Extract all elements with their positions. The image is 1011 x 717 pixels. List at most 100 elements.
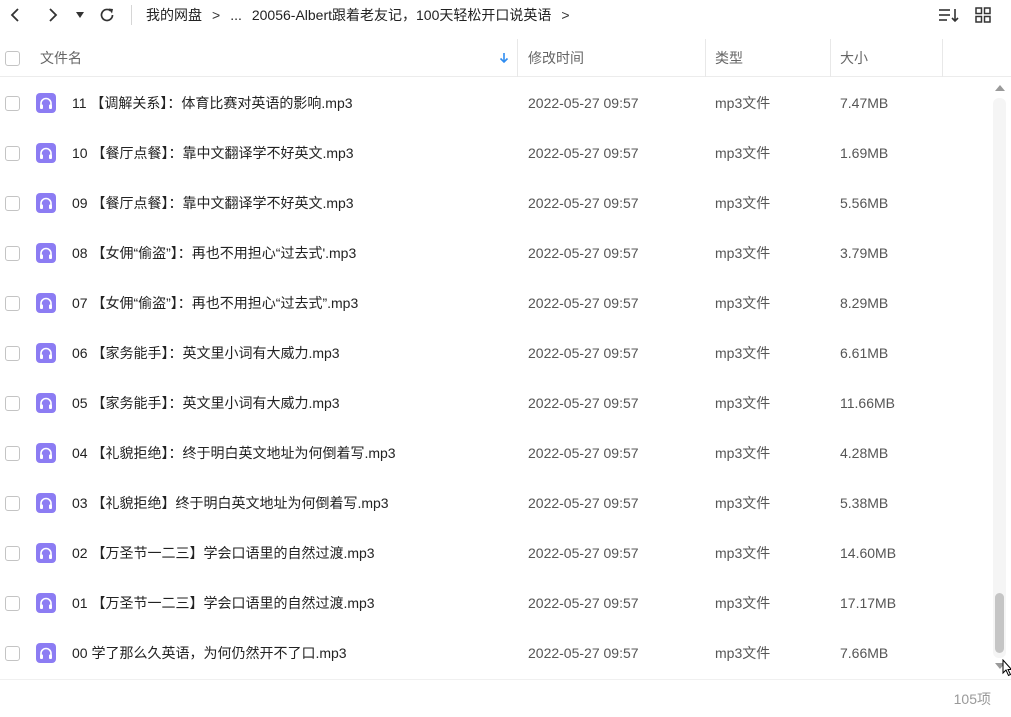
file-size: 3.79MB bbox=[840, 245, 889, 261]
headphones-icon bbox=[36, 443, 56, 463]
file-type: mp3文件 bbox=[715, 395, 771, 411]
row-checkbox[interactable] bbox=[5, 596, 20, 611]
scrollbar-thumb[interactable] bbox=[995, 593, 1004, 653]
column-divider[interactable] bbox=[517, 39, 518, 77]
file-size: 1.69MB bbox=[840, 145, 889, 161]
file-modified-time: 2022-05-27 09:57 bbox=[528, 95, 639, 111]
row-checkbox[interactable] bbox=[5, 346, 20, 361]
column-divider[interactable] bbox=[942, 39, 943, 77]
file-name[interactable]: 04 【礼貌拒绝】：终于明白英文地址为何倒着写.mp3 bbox=[72, 428, 396, 478]
breadcrumb-current[interactable]: 20056-Albert跟着老友记，100天轻松开口说英语 bbox=[252, 5, 552, 25]
file-row[interactable]: 06 【家务能手】：英文里小词有大威力.mp3 2022-05-27 09:57 m… bbox=[0, 328, 990, 378]
file-modified-time: 2022-05-27 09:57 bbox=[528, 295, 639, 311]
scrollbar-track[interactable] bbox=[993, 98, 1006, 658]
file-row[interactable]: 11 【调解关系】：体育比赛对英语的影响.mp3 2022-05-27 09:57… bbox=[0, 78, 990, 128]
row-checkbox[interactable] bbox=[5, 646, 20, 661]
row-checkbox[interactable] bbox=[5, 396, 20, 411]
file-name[interactable]: 01 【万圣节一二三】学会口语里的自然过渡.mp3 bbox=[72, 578, 375, 628]
file-name[interactable]: 06 【家务能手】：英文里小词有大威力.mp3 bbox=[72, 328, 340, 378]
item-count: 105项 bbox=[953, 691, 991, 707]
file-row[interactable]: 09 【餐厅点餐】：靠中文翻译学不好英文.mp3 2022-05-27 09:57… bbox=[0, 178, 990, 228]
column-type[interactable]: 类型 bbox=[715, 39, 743, 77]
file-modified-time: 2022-05-27 09:57 bbox=[528, 345, 639, 361]
file-name[interactable]: 11 【调解关系】：体育比赛对英语的影响.mp3 bbox=[72, 78, 353, 128]
column-divider[interactable] bbox=[705, 39, 706, 77]
row-checkbox[interactable] bbox=[5, 496, 20, 511]
row-checkbox[interactable] bbox=[5, 196, 20, 211]
file-name[interactable]: 10 【餐厅点餐】：靠中文翻译学不好英文.mp3 bbox=[72, 128, 354, 178]
breadcrumb: 我的网盘 > ... 20056-Albert跟着老友记，100天轻松开口说英语… bbox=[146, 5, 580, 25]
select-all-cell bbox=[5, 39, 20, 77]
file-name[interactable]: 05 【家务能手】：英文里小词有大威力.mp3 bbox=[72, 378, 340, 428]
file-size: 7.66MB bbox=[840, 645, 889, 661]
file-type: mp3文件 bbox=[715, 95, 771, 111]
row-checkbox[interactable] bbox=[5, 96, 20, 111]
file-modified-time: 2022-05-27 09:57 bbox=[528, 145, 639, 161]
column-modified[interactable]: 修改时间 bbox=[528, 39, 584, 77]
file-name[interactable]: 09 【餐厅点餐】：靠中文翻译学不好英文.mp3 bbox=[72, 178, 354, 228]
file-size: 11.66MB bbox=[840, 395, 895, 411]
file-name[interactable]: 07 【女佣“偷盗”】：再也不用担心“过去式”.mp3 bbox=[72, 278, 358, 328]
file-type: mp3文件 bbox=[715, 245, 771, 261]
toolbar-divider bbox=[131, 5, 132, 25]
mouse-cursor-icon bbox=[1002, 659, 1011, 677]
row-checkbox[interactable] bbox=[5, 546, 20, 561]
file-size: 7.47MB bbox=[840, 95, 889, 111]
breadcrumb-separator[interactable]: > bbox=[561, 7, 569, 23]
sort-order-icon[interactable] bbox=[938, 4, 960, 26]
file-modified-time: 2022-05-27 09:57 bbox=[528, 545, 639, 561]
file-modified-time: 2022-05-27 09:57 bbox=[528, 595, 639, 611]
grid-view-icon[interactable] bbox=[972, 4, 994, 26]
file-row[interactable]: 05 【家务能手】：英文里小词有大威力.mp3 2022-05-27 09:57 m… bbox=[0, 378, 990, 428]
headphones-icon bbox=[36, 293, 56, 313]
row-checkbox[interactable] bbox=[5, 296, 20, 311]
headphones-icon bbox=[36, 243, 56, 263]
back-icon[interactable] bbox=[4, 4, 26, 26]
file-type: mp3文件 bbox=[715, 445, 771, 461]
file-name[interactable]: 00 学了那么久英语，为何仍然开不了口.mp3 bbox=[72, 628, 347, 678]
file-row[interactable]: 10 【餐厅点餐】：靠中文翻译学不好英文.mp3 2022-05-27 09:57… bbox=[0, 128, 990, 178]
scroll-up-icon[interactable] bbox=[995, 84, 1005, 92]
file-modified-time: 2022-05-27 09:57 bbox=[528, 395, 639, 411]
file-size: 4.28MB bbox=[840, 445, 889, 461]
breadcrumb-ellipsis[interactable]: ... bbox=[230, 7, 242, 23]
file-type: mp3文件 bbox=[715, 145, 771, 161]
sort-descending-icon[interactable] bbox=[497, 51, 511, 65]
refresh-icon[interactable] bbox=[96, 4, 118, 26]
column-divider[interactable] bbox=[830, 39, 831, 77]
file-type: mp3文件 bbox=[715, 645, 771, 661]
history-dropdown-icon[interactable] bbox=[72, 4, 88, 26]
file-modified-time: 2022-05-27 09:57 bbox=[528, 245, 639, 261]
file-name[interactable]: 03 【礼貌拒绝】终于明白英文地址为何倒着写.mp3 bbox=[72, 478, 389, 528]
column-name[interactable]: 文件名 bbox=[40, 39, 82, 77]
forward-icon[interactable] bbox=[42, 4, 64, 26]
file-row[interactable]: 00 学了那么久英语，为何仍然开不了口.mp3 2022-05-27 09:57 m… bbox=[0, 628, 990, 678]
file-size: 8.29MB bbox=[840, 295, 889, 311]
breadcrumb-root[interactable]: 我的网盘 bbox=[146, 5, 202, 25]
row-checkbox[interactable] bbox=[5, 146, 20, 161]
file-row[interactable]: 08 【女佣“偷盗”】：再也不用担心“过去式'.mp3 2022-05-27 09… bbox=[0, 228, 990, 278]
row-checkbox[interactable] bbox=[5, 246, 20, 261]
file-row[interactable]: 02 【万圣节一二三】学会口语里的自然过渡.mp3 2022-05-27 09:5… bbox=[0, 528, 990, 578]
select-all-checkbox[interactable] bbox=[5, 50, 20, 66]
file-size: 14.60MB bbox=[840, 545, 897, 561]
headphones-icon bbox=[36, 93, 56, 113]
file-row[interactable]: 07 【女佣“偷盗”】：再也不用担心“过去式”.mp3 2022-05-27 09… bbox=[0, 278, 990, 328]
row-checkbox[interactable] bbox=[5, 446, 20, 461]
headphones-icon bbox=[36, 343, 56, 363]
headphones-icon bbox=[36, 643, 56, 663]
headphones-icon bbox=[36, 593, 56, 613]
column-size[interactable]: 大小 bbox=[840, 39, 868, 77]
file-row[interactable]: 03 【礼貌拒绝】终于明白英文地址为何倒着写.mp3 2022-05-27 09:… bbox=[0, 478, 990, 528]
column-header: 文件名 修改时间 类型 大小 bbox=[0, 39, 1011, 77]
file-name[interactable]: 08 【女佣“偷盗”】：再也不用担心“过去式'.mp3 bbox=[72, 228, 356, 278]
file-size: 17.17MB bbox=[840, 595, 897, 611]
file-name[interactable]: 02 【万圣节一二三】学会口语里的自然过渡.mp3 bbox=[72, 528, 375, 578]
file-size: 5.38MB bbox=[840, 495, 889, 511]
file-type: mp3文件 bbox=[715, 595, 771, 611]
file-size: 6.61MB bbox=[840, 345, 889, 361]
file-modified-time: 2022-05-27 09:57 bbox=[528, 495, 639, 511]
file-row[interactable]: 04 【礼貌拒绝】：终于明白英文地址为何倒着写.mp3 2022-05-27 09… bbox=[0, 428, 990, 478]
toolbar: 我的网盘 > ... 20056-Albert跟着老友记，100天轻松开口说英语… bbox=[0, 0, 1011, 32]
file-row[interactable]: 01 【万圣节一二三】学会口语里的自然过渡.mp3 2022-05-27 09:5… bbox=[0, 578, 990, 628]
